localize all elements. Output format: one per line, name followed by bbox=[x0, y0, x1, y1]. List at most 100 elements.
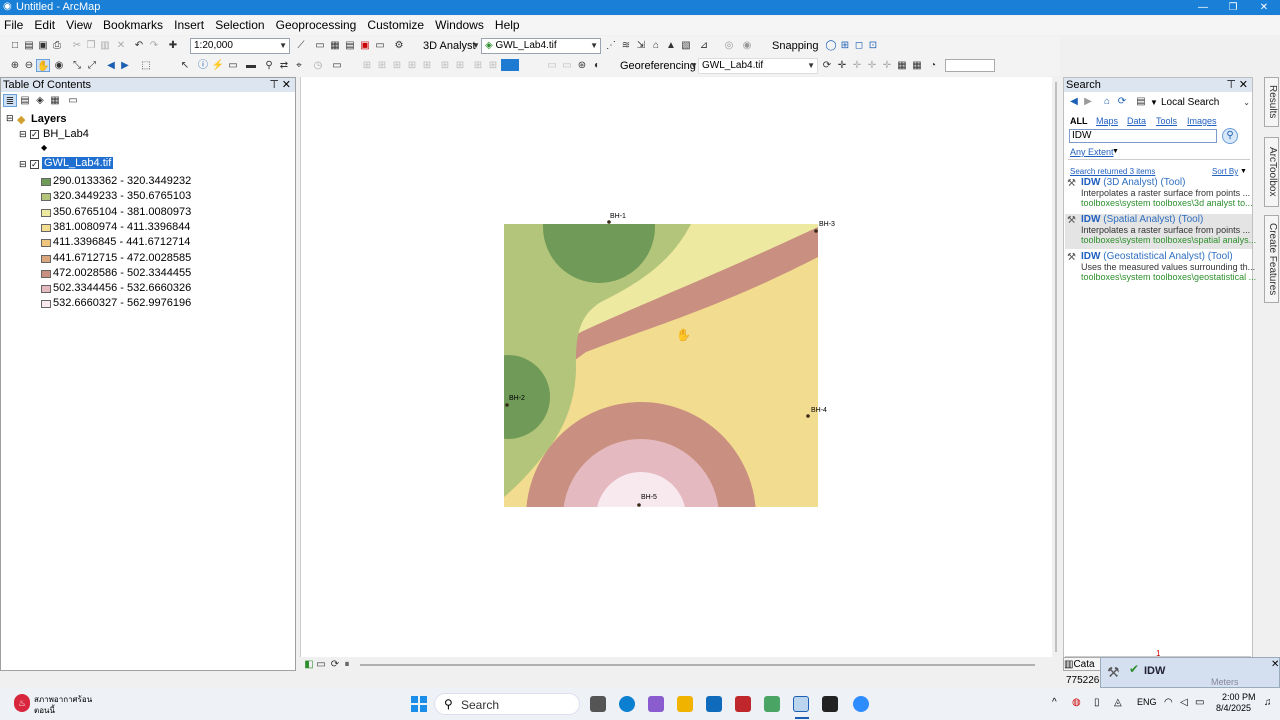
result-name[interactable]: IDW bbox=[1081, 251, 1100, 262]
select-elements-icon[interactable]: ↖ bbox=[178, 59, 192, 72]
find-route-icon[interactable]: ⇄ bbox=[277, 59, 291, 72]
menu-view[interactable]: View bbox=[62, 16, 96, 32]
cut-icon[interactable]: ✂ bbox=[70, 39, 84, 52]
point-snap-icon[interactable]: ◯ bbox=[824, 39, 838, 52]
layers-label[interactable]: Layers bbox=[31, 113, 66, 125]
globe2-icon[interactable]: ◉ bbox=[740, 39, 754, 52]
viewer-icon[interactable]: ▦ bbox=[910, 59, 924, 72]
notifications-icon[interactable]: ♫ bbox=[1264, 697, 1272, 708]
search-button[interactable]: ⚲ bbox=[1222, 128, 1238, 144]
chevron-up-icon[interactable]: ^ bbox=[1052, 697, 1057, 708]
options-icon[interactable]: ▭ bbox=[66, 94, 80, 107]
result-type[interactable]: (3D Analyst) (Tool) bbox=[1103, 177, 1185, 188]
steepest-path-icon[interactable]: ⇲ bbox=[634, 39, 648, 52]
fixed-zoom-out-icon[interactable]: ⤢ bbox=[85, 59, 99, 72]
search-result-item[interactable]: ⚒ IDW (Spatial Analyst) (Tool) Interpolate… bbox=[1065, 214, 1256, 249]
find-icon[interactable]: ⚲ bbox=[262, 59, 276, 72]
borehole-point[interactable] bbox=[806, 414, 810, 418]
horizontal-scrollbar[interactable] bbox=[360, 664, 1035, 666]
georeferencing-menu[interactable]: Georeferencing bbox=[620, 60, 696, 72]
battery-tray-icon[interactable]: ▯ bbox=[1094, 697, 1100, 708]
paste-icon[interactable]: ▥ bbox=[98, 39, 112, 52]
open-icon[interactable]: ▤ bbox=[22, 39, 36, 52]
layer-visibility-checkbox[interactable]: ✓ bbox=[30, 130, 39, 139]
close-button[interactable]: ✕ bbox=[1248, 0, 1280, 15]
collapse-icon[interactable]: ⊟ bbox=[6, 113, 14, 124]
legend-swatch[interactable] bbox=[41, 208, 51, 217]
tab-all[interactable]: ALL bbox=[1070, 116, 1088, 126]
editor-icon[interactable]: ⟋ bbox=[294, 39, 308, 52]
contour-icon[interactable]: ≋ bbox=[619, 39, 633, 52]
legend-swatch[interactable] bbox=[41, 254, 51, 263]
pin-icon[interactable]: ⊤ bbox=[269, 78, 279, 92]
minimize-button[interactable]: — bbox=[1187, 0, 1219, 15]
legend-swatch[interactable] bbox=[41, 178, 51, 186]
search-scope-combo[interactable]: Local Search ⌄ bbox=[1158, 96, 1252, 112]
arccatalog-icon[interactable] bbox=[822, 696, 838, 712]
full-extent-icon[interactable]: ◉ bbox=[52, 59, 66, 72]
back-icon[interactable]: ◀ bbox=[1067, 95, 1081, 108]
graph-icon[interactable]: ⊿ bbox=[697, 39, 711, 52]
arcscene-icon[interactable]: ▧ bbox=[679, 39, 693, 52]
taskbar-search[interactable]: ⚲ Search bbox=[434, 693, 580, 715]
windows-start-icon[interactable] bbox=[411, 696, 427, 712]
weather-subtext[interactable]: ตอนนี้ bbox=[34, 704, 55, 717]
result-name[interactable]: IDW bbox=[1081, 177, 1100, 188]
save-icon[interactable]: ▣ bbox=[36, 39, 50, 52]
arcmap-taskbar-icon[interactable] bbox=[793, 696, 809, 712]
map-view[interactable]: BH-1 BH-2 BH-3 BH-4 BH-5 ✋ bbox=[300, 77, 1052, 657]
search-result-item[interactable]: ⚒ IDW (Geostatistical Analyst) (Tool) Uses… bbox=[1065, 251, 1256, 286]
menu-file[interactable]: File bbox=[0, 16, 27, 32]
collapse-icon[interactable]: ⊟ bbox=[19, 129, 27, 140]
teams-icon[interactable] bbox=[764, 696, 780, 712]
scale-combo[interactable]: 1:20,000 ▼ bbox=[190, 38, 290, 54]
vertical-scrollbar[interactable] bbox=[1053, 77, 1060, 657]
layout-view-icon[interactable]: ▭ bbox=[314, 658, 328, 671]
fixed-zoom-in-icon[interactable]: ⤡ bbox=[70, 59, 84, 72]
map-canvas[interactable]: BH-1 BH-2 BH-3 BH-4 BH-5 ✋ bbox=[301, 77, 1052, 657]
copy-icon[interactable]: ❐ bbox=[84, 39, 98, 52]
menu-selection[interactable]: Selection bbox=[211, 16, 268, 32]
home-icon[interactable]: ⌂ bbox=[1100, 95, 1114, 108]
tool-notification[interactable]: ⚒ ✔ IDW 1 ✕ Meters bbox=[1100, 649, 1280, 688]
georef-input[interactable] bbox=[945, 59, 995, 72]
close-icon[interactable]: ✕ bbox=[1271, 659, 1279, 670]
profile-graph-icon[interactable]: ▲ bbox=[664, 39, 678, 52]
back-icon[interactable]: ◀ bbox=[104, 59, 118, 72]
borehole-point[interactable] bbox=[637, 503, 641, 507]
identify-icon[interactable]: ⓘ bbox=[196, 59, 210, 72]
forward-icon[interactable]: ▶ bbox=[118, 59, 132, 72]
legend-swatch[interactable] bbox=[41, 193, 51, 202]
measure-icon[interactable]: ▬ bbox=[244, 59, 258, 72]
menu-customize[interactable]: Customize bbox=[363, 16, 428, 32]
scale-tool-icon[interactable]: ✛ bbox=[850, 59, 864, 72]
language-indicator[interactable]: ENG bbox=[1137, 697, 1157, 707]
effects-tool4-icon[interactable]: ◐ bbox=[590, 59, 604, 72]
globe-icon[interactable]: ◎ bbox=[722, 39, 736, 52]
result-type[interactable]: (Spatial Analyst) (Tool) bbox=[1103, 214, 1203, 225]
forward-icon[interactable]: ▶ bbox=[1081, 95, 1095, 108]
snapping-menu[interactable]: Snapping bbox=[772, 40, 819, 52]
tab-maps[interactable]: Maps bbox=[1096, 116, 1118, 126]
layer-gwl-lab4[interactable]: GWL_Lab4.tif bbox=[42, 157, 114, 169]
undo-icon[interactable]: ↶ bbox=[132, 39, 146, 52]
modelbuilder-icon[interactable]: ⚙ bbox=[392, 39, 406, 52]
rotate-icon[interactable]: ⟳ bbox=[820, 59, 834, 72]
volume-icon[interactable]: ◁ bbox=[1180, 697, 1188, 708]
toolbox-icon[interactable]: ▣ bbox=[358, 39, 372, 52]
menu-edit[interactable]: Edit bbox=[30, 16, 59, 32]
maximize-button[interactable]: ❐ bbox=[1217, 0, 1249, 15]
tab-tools[interactable]: Tools bbox=[1156, 116, 1177, 126]
layer-bh-lab4[interactable]: BH_Lab4 bbox=[43, 128, 89, 140]
menu-windows[interactable]: Windows bbox=[431, 16, 488, 32]
tab-create-features[interactable]: Create Features bbox=[1264, 215, 1279, 303]
hyperlink-icon[interactable]: ⚡ bbox=[211, 59, 225, 72]
pause-icon[interactable]: ⏸ bbox=[340, 658, 354, 671]
search-options-icon[interactable]: ▤ bbox=[1134, 95, 1148, 108]
clock-date[interactable]: 8/4/2025 bbox=[1216, 703, 1251, 713]
list-by-selection-icon[interactable]: ▦ bbox=[48, 94, 62, 107]
legend-swatch[interactable] bbox=[41, 300, 51, 309]
battery-icon[interactable]: ▭ bbox=[1195, 697, 1204, 708]
pan-icon[interactable]: ✋ bbox=[36, 59, 50, 72]
weather-icon[interactable]: ♨ bbox=[14, 694, 30, 712]
